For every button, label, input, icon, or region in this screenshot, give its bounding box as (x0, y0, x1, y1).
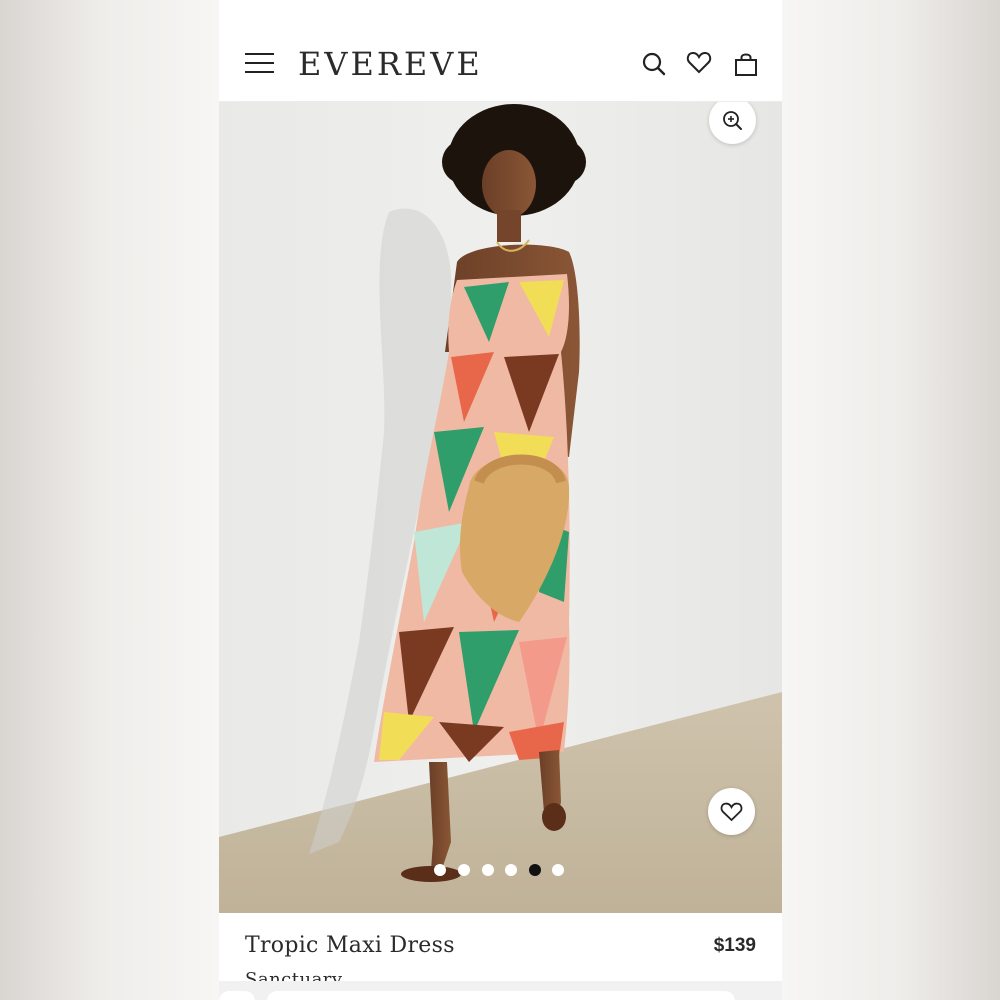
carousel-dot[interactable] (505, 864, 517, 876)
carousel-dot-active[interactable] (529, 864, 541, 876)
site-header: EVEREVE (219, 0, 782, 102)
menu-icon[interactable] (245, 53, 274, 75)
zoom-in-icon (723, 111, 742, 130)
bottom-pill (219, 991, 255, 1000)
search-icon[interactable] (640, 50, 668, 78)
product-image-gallery[interactable] (219, 102, 782, 913)
product-price: $139 (713, 935, 756, 956)
heart-icon (720, 802, 743, 822)
carousel-dot[interactable] (482, 864, 494, 876)
product-photo (219, 102, 782, 913)
phone-screen: EVEREVE Tropic Maxi Dress $139 Sanctuary (219, 0, 782, 1000)
shopping-bag-icon[interactable] (732, 50, 760, 78)
wishlist-heart-icon[interactable] (685, 48, 713, 76)
brand-logo[interactable]: EVEREVE (298, 44, 483, 84)
carousel-dot[interactable] (434, 864, 446, 876)
carousel-dot[interactable] (458, 864, 470, 876)
favorite-button[interactable] (708, 788, 755, 835)
carousel-dot[interactable] (552, 864, 564, 876)
bottom-pill (267, 991, 735, 1000)
product-name[interactable]: Tropic Maxi Dress (245, 933, 455, 958)
